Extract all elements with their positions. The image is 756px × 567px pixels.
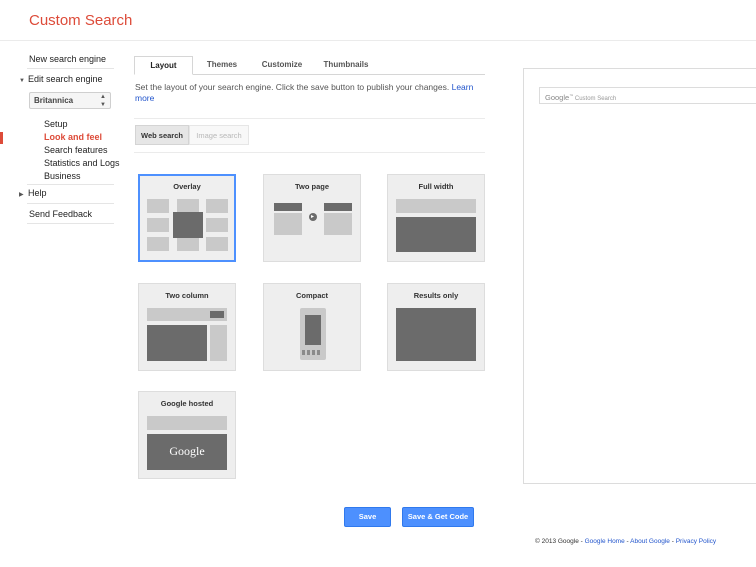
layout-card-label: Google hosted [160,399,214,408]
layout-card-full-width[interactable]: Full width [387,174,485,262]
sidebar-help[interactable]: ▶ Help [19,188,47,198]
sidebar-send-feedback[interactable]: Send Feedback [29,209,92,219]
layout-card-results-only[interactable]: Results only [387,283,485,371]
sidebar-new-search-engine[interactable]: New search engine [29,54,106,64]
tab-thumbnails[interactable]: Thumbnails [317,56,375,73]
layout-card-overlay[interactable]: Overlay [138,174,236,262]
engine-select[interactable]: Britannica ▲ ▼ [29,92,111,109]
preview-placeholder: Custom Search [574,96,617,102]
tab-themes[interactable]: Themes [196,56,248,73]
layout-card-two-page[interactable]: Two page ▸ [263,174,361,262]
footer-link-about-google[interactable]: About Google [630,538,670,545]
image-search-toggle[interactable]: Image search [189,125,249,145]
layout-card-google-hosted[interactable]: Google hosted Google [138,391,236,479]
preview-search-box[interactable]: Google™ Custom Search [539,87,756,104]
sidebar-item-statistics[interactable]: Statistics and Logs [44,158,120,168]
save-button[interactable]: Save [344,507,391,527]
thumb-block [177,199,199,213]
collapsed-triangle-icon: ▶ [19,192,24,198]
select-arrows-icon: ▲ ▼ [100,94,106,108]
app-title: Custom Search [29,12,133,29]
web-search-toggle[interactable]: Web search [135,125,189,145]
sidebar-help-label: Help [28,188,47,198]
footer-copyright: © 2013 Google [535,538,579,545]
thumb-block [210,325,227,361]
thumb-block [147,199,169,213]
sidebar-item-setup[interactable]: Setup [44,119,68,129]
thumb-block [147,237,169,251]
thumb-block [210,311,224,318]
thumb-block [147,416,227,430]
thumb-block [206,218,228,232]
layout-card-label: Compact [295,291,329,300]
sidebar-item-business[interactable]: Business [44,171,81,181]
layout-card-label: Results only [413,291,459,300]
save-get-code-button[interactable]: Save & Get Code [402,507,474,527]
sidebar-item-search-features[interactable]: Search features [44,145,108,155]
layout-card-label: Overlay [173,182,201,191]
google-logo: Google [169,444,205,458]
thumb-block [396,308,476,361]
thumb-block [305,315,321,345]
footer: © 2013 Google - Google Home - About Goog… [535,538,716,545]
layout-card-compact[interactable]: Compact [263,283,361,371]
description-text: Set the layout of your search engine. Cl… [135,82,452,92]
preview-panel [523,68,756,484]
thumb-block [147,325,207,361]
tab-customize[interactable]: Customize [253,56,311,73]
thumb-block [396,199,476,213]
thumb-block [396,217,476,252]
thumb-block [206,199,228,213]
preview-google-logo: Google [545,93,570,102]
sidebar-edit-search-engine[interactable]: ▼ Edit search engine [19,74,103,84]
thumb-block [312,350,315,355]
header-divider [0,40,756,41]
layout-card-label: Two page [294,182,330,191]
thumb-overlay-block [173,212,203,238]
sidebar-divider [27,223,114,224]
thumb-block [274,213,302,235]
layout-description: Set the layout of your search engine. Cl… [135,82,485,104]
sidebar-divider [27,203,114,204]
arrow-right-icon: ▸ [311,214,315,220]
sidebar-divider [27,184,114,185]
sidebar-divider [27,68,114,69]
thumb-block [324,203,352,211]
layout-card-two-column[interactable]: Two column [138,283,236,371]
expanded-triangle-icon: ▼ [19,78,25,84]
active-nav-marker [0,132,3,144]
thumb-block [302,350,305,355]
layout-card-label: Two column [165,291,209,300]
tab-layout[interactable]: Layout [134,56,193,75]
footer-link-google-home[interactable]: Google Home [585,538,625,545]
thumb-block [307,350,310,355]
footer-link-privacy-policy[interactable]: Privacy Policy [676,538,716,545]
thumb-block [177,237,199,251]
engine-select-value: Britannica [34,96,74,105]
description-divider [134,118,485,119]
segment-divider [134,152,485,153]
preview-trademark: ™ [569,93,574,98]
layout-card-label: Full width [418,182,454,191]
thumb-block [317,350,320,355]
thumb-block [274,203,302,211]
thumb-block [324,213,352,235]
sidebar-edit-label: Edit search engine [28,74,103,84]
thumb-block [147,218,169,232]
sidebar-item-look-and-feel[interactable]: Look and feel [44,132,102,142]
thumb-block [206,237,228,251]
